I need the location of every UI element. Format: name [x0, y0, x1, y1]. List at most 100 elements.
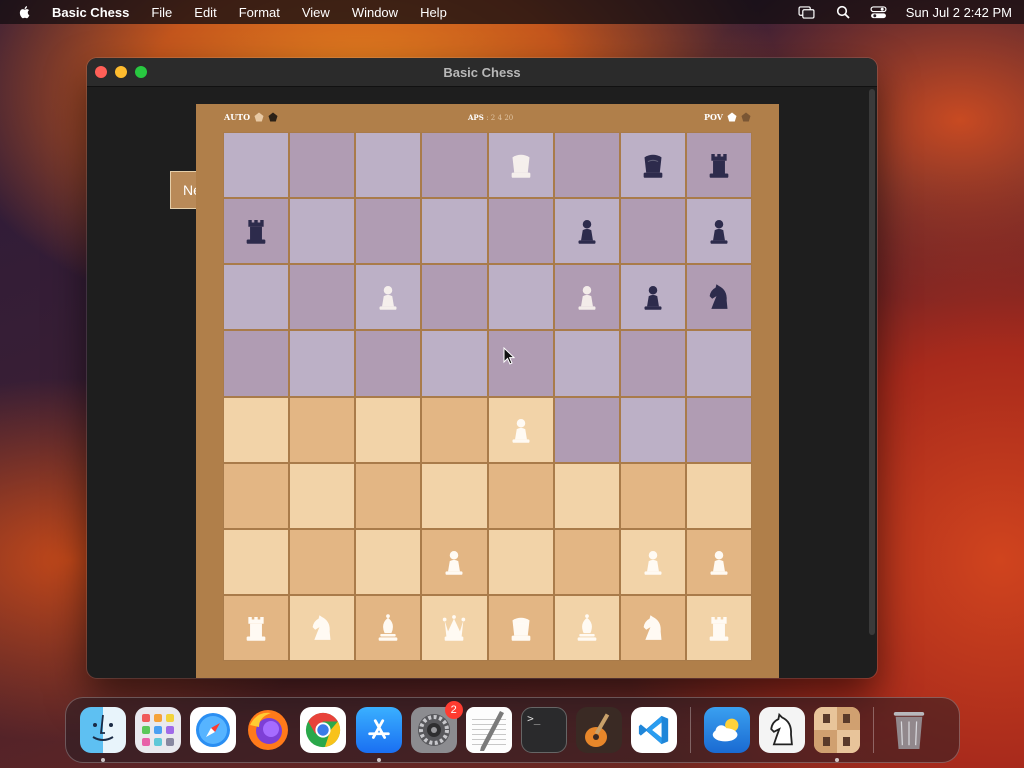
menu-help[interactable]: Help [420, 5, 447, 20]
square-e6[interactable] [488, 265, 553, 330]
white-pawn-icon[interactable] [504, 413, 538, 447]
white-bishop-icon[interactable] [570, 611, 604, 645]
chess-board[interactable] [223, 132, 752, 661]
square-e1[interactable] [488, 595, 553, 660]
spotlight-search-icon[interactable] [834, 5, 852, 19]
square-a4[interactable] [224, 397, 289, 462]
pov-white-toggle-icon[interactable] [727, 112, 737, 122]
square-c1[interactable] [356, 595, 421, 660]
square-g7[interactable] [620, 199, 685, 264]
square-d1[interactable] [422, 595, 487, 660]
square-a1[interactable] [224, 595, 289, 660]
menu-app-name[interactable]: Basic Chess [52, 5, 129, 20]
square-h3[interactable] [686, 463, 751, 528]
minimize-window-button[interactable] [115, 66, 127, 78]
white-knight-icon[interactable] [305, 611, 339, 645]
dock-chess-icon[interactable] [758, 707, 805, 753]
square-f5[interactable] [554, 331, 619, 396]
square-c6[interactable] [356, 265, 421, 330]
square-d6[interactable] [422, 265, 487, 330]
square-c7[interactable] [356, 199, 421, 264]
black-pawn-icon[interactable] [702, 214, 736, 248]
white-pawn-icon[interactable] [702, 545, 736, 579]
square-f4[interactable] [554, 397, 619, 462]
square-d7[interactable] [422, 199, 487, 264]
square-b7[interactable] [290, 199, 355, 264]
square-c5[interactable] [356, 331, 421, 396]
white-bishop-icon[interactable] [371, 611, 405, 645]
black-rook-icon[interactable] [702, 148, 736, 182]
vertical-scrollbar[interactable] [869, 89, 875, 635]
white-knight-icon[interactable] [636, 611, 670, 645]
square-a8[interactable] [224, 133, 289, 198]
square-h5[interactable] [686, 331, 751, 396]
close-window-button[interactable] [95, 66, 107, 78]
square-b5[interactable] [290, 331, 355, 396]
square-h7[interactable] [686, 199, 751, 264]
white-king-icon[interactable] [504, 611, 538, 645]
square-f1[interactable] [554, 595, 619, 660]
square-h4[interactable] [686, 397, 751, 462]
square-e2[interactable] [488, 529, 553, 594]
square-f3[interactable] [554, 463, 619, 528]
dock-textedit-icon[interactable] [465, 707, 512, 753]
square-a3[interactable] [224, 463, 289, 528]
black-pawn-icon[interactable] [636, 280, 670, 314]
menu-view[interactable]: View [302, 5, 330, 20]
menu-format[interactable]: Format [239, 5, 280, 20]
dock-app-store-icon[interactable] [355, 707, 402, 762]
square-h8[interactable] [686, 133, 751, 198]
square-e3[interactable] [488, 463, 553, 528]
square-c3[interactable] [356, 463, 421, 528]
square-a2[interactable] [224, 529, 289, 594]
square-h1[interactable] [686, 595, 751, 660]
white-rook-icon[interactable] [702, 611, 736, 645]
square-b3[interactable] [290, 463, 355, 528]
square-e7[interactable] [488, 199, 553, 264]
square-g3[interactable] [620, 463, 685, 528]
white-rook-icon[interactable] [239, 611, 273, 645]
white-pawn-icon[interactable] [437, 545, 471, 579]
white-king-icon[interactable] [504, 148, 538, 182]
square-g8[interactable] [620, 133, 685, 198]
square-b6[interactable] [290, 265, 355, 330]
square-b2[interactable] [290, 529, 355, 594]
auto-black-toggle-icon[interactable] [268, 112, 278, 122]
square-f8[interactable] [554, 133, 619, 198]
square-a5[interactable] [224, 331, 289, 396]
dock-weather-icon[interactable] [703, 707, 750, 753]
square-a6[interactable] [224, 265, 289, 330]
menu-file[interactable]: File [151, 5, 172, 20]
square-h6[interactable] [686, 265, 751, 330]
square-g6[interactable] [620, 265, 685, 330]
square-e8[interactable] [488, 133, 553, 198]
square-e5[interactable] [488, 331, 553, 396]
apple-menu-icon[interactable] [18, 4, 34, 20]
dock-finder-icon[interactable] [79, 707, 126, 762]
square-c8[interactable] [356, 133, 421, 198]
dock-launchpad-icon[interactable] [134, 707, 181, 753]
square-d8[interactable] [422, 133, 487, 198]
dock-basic-chess-icon[interactable] [814, 707, 861, 762]
square-f6[interactable] [554, 265, 619, 330]
square-e4[interactable] [488, 397, 553, 462]
dock-chrome-icon[interactable] [300, 707, 347, 753]
square-f7[interactable] [554, 199, 619, 264]
menu-window[interactable]: Window [352, 5, 398, 20]
square-c2[interactable] [356, 529, 421, 594]
control-center-icon[interactable] [870, 5, 888, 19]
white-queen-icon[interactable] [437, 611, 471, 645]
menu-edit[interactable]: Edit [194, 5, 216, 20]
black-rook-icon[interactable] [239, 214, 273, 248]
white-pawn-icon[interactable] [570, 280, 604, 314]
square-b1[interactable] [290, 595, 355, 660]
square-g1[interactable] [620, 595, 685, 660]
window-titlebar[interactable]: Basic Chess [87, 58, 877, 87]
black-pawn-icon[interactable] [570, 214, 604, 248]
zoom-window-button[interactable] [135, 66, 147, 78]
square-d2[interactable] [422, 529, 487, 594]
square-h2[interactable] [686, 529, 751, 594]
dock-garageband-icon[interactable] [576, 707, 623, 753]
white-pawn-icon[interactable] [371, 280, 405, 314]
black-king-icon[interactable] [636, 148, 670, 182]
